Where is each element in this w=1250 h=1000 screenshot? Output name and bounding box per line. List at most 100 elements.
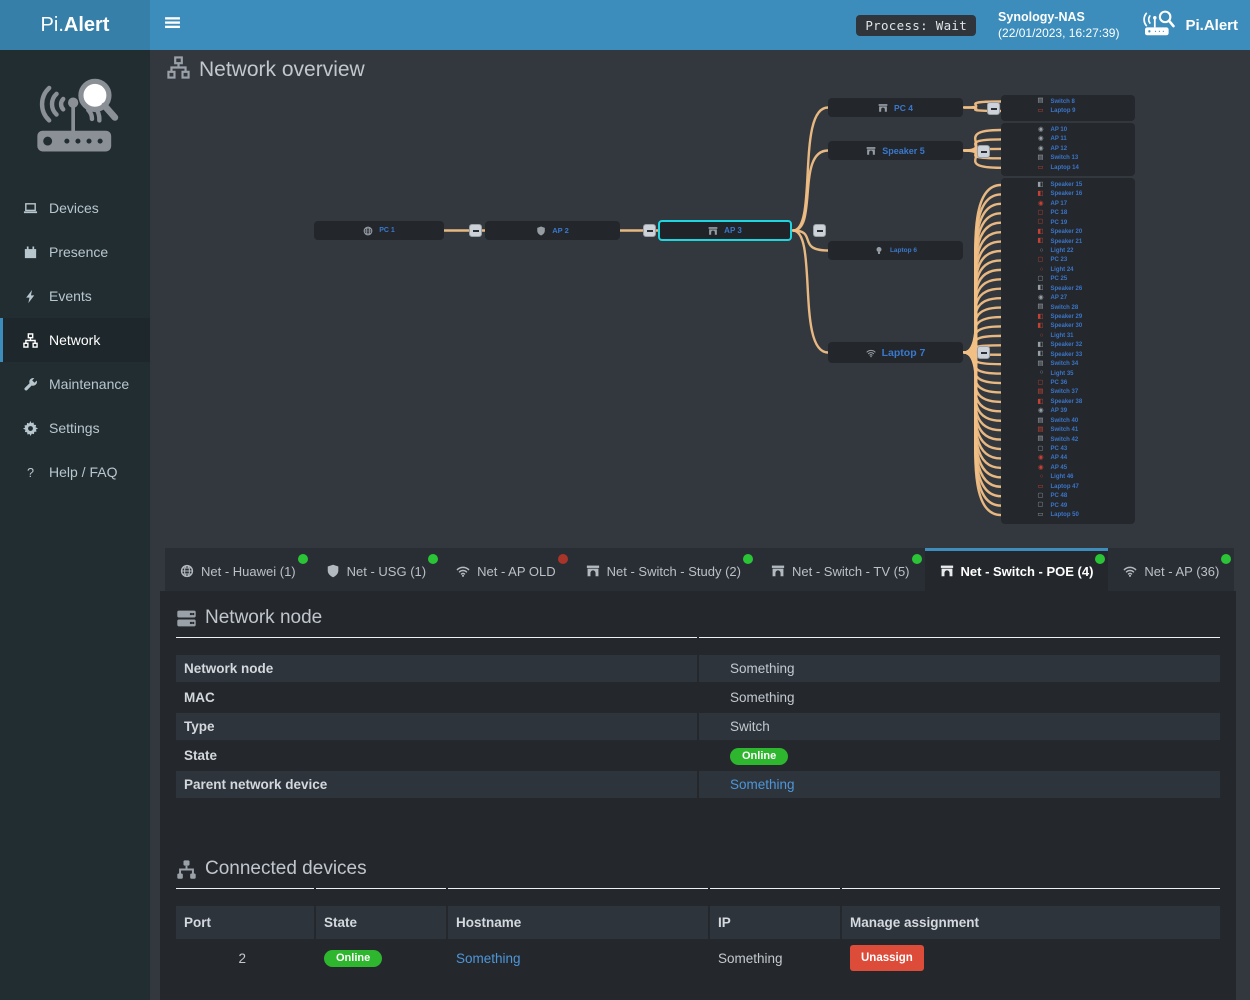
device-list-item-switch-37[interactable]: ▤Switch 37 [1001,388,1135,397]
node-label: PC 4 [894,103,913,113]
device-label: Light 31 [1051,333,1105,339]
switch-device-icon: ▤ [1032,436,1044,443]
device-list-item-ap-27[interactable]: ◉AP 27 [1001,294,1135,303]
device-list-item-pc-49[interactable]: ▢PC 49 [1001,501,1135,510]
diagram-node-laptop-7[interactable]: Laptop 7 [828,342,963,363]
sidebar-item-network[interactable]: Network [0,318,150,362]
pc-device-icon: ▢ [1032,493,1044,500]
device-list-item-ap-11[interactable]: ◉AP 11 [1001,135,1135,144]
node-label: AP 3 [724,226,742,235]
device-list-item-speaker-21[interactable]: ◧Speaker 21 [1001,237,1135,246]
device-list-item-speaker-30[interactable]: ◧Speaker 30 [1001,322,1135,331]
device-list-item-light-31[interactable]: ○Light 31 [1001,331,1135,340]
sidebar-item-maintenance[interactable]: Maintenance [0,362,150,406]
tab-net-switch-tv-5[interactable]: Net - Switch - TV (5) [756,548,925,591]
device-label: PC 18 [1051,210,1105,216]
tab-net-switch-poe-4[interactable]: Net - Switch - POE (4) [925,548,1109,591]
section-title: Connected devices [205,858,367,880]
column-header-state: State [316,906,446,939]
diagram-node-speaker-5[interactable]: Speaker 5 [828,141,963,160]
device-list-item-switch-40[interactable]: ▤Switch 40 [1001,416,1135,425]
sidebar-item-settings[interactable]: Settings [0,406,150,450]
tab-net-ap-36[interactable]: Net - AP (36) [1108,548,1234,591]
process-status-badge: Process: Wait [856,15,976,36]
hostname-link[interactable]: Something [456,951,521,966]
device-list-item-pc-48[interactable]: ▢PC 48 [1001,492,1135,501]
sidebar-item-devices[interactable]: Devices [0,186,150,230]
collapse-button[interactable] [987,102,1000,115]
device-list-item-switch-13[interactable]: ▤Switch 13 [1001,154,1135,163]
diagram-node-ap-2[interactable]: AP 2 [485,221,620,240]
device-list-item-ap-17[interactable]: ◉AP 17 [1001,199,1135,208]
device-list-item-pc-18[interactable]: ▢PC 18 [1001,209,1135,218]
tab-label: Net - AP OLD [477,564,556,579]
device-list-item-switch-8[interactable]: ▤Switch 8 [1001,97,1135,106]
row-label: State [176,742,697,769]
column-header-manage-assignment: Manage assignment [842,906,1220,939]
device-list-item-ap-12[interactable]: ◉AP 12 [1001,144,1135,153]
device-list-item-light-46[interactable]: ○Light 46 [1001,473,1135,482]
tab-net-switch-study-2[interactable]: Net - Switch - Study (2) [571,548,756,591]
device-list-item-pc-36[interactable]: ▢PC 36 [1001,379,1135,388]
device-list-item-switch-42[interactable]: ▤Switch 42 [1001,435,1135,444]
collapse-button[interactable] [813,224,826,237]
archway-icon [586,564,600,578]
device-list-item-speaker-33[interactable]: ◧Speaker 33 [1001,350,1135,359]
device-label: Speaker 33 [1051,352,1105,358]
device-list-item-speaker-15[interactable]: ◧Speaker 15 [1001,181,1135,190]
device-label: Switch 28 [1051,305,1105,311]
device-list-item-ap-39[interactable]: ◉AP 39 [1001,407,1135,416]
parent-device-link[interactable]: Something [730,777,795,792]
device-list-item-ap-10[interactable]: ◉AP 10 [1001,126,1135,135]
device-list-item-laptop-47[interactable]: ▭Laptop 47 [1001,482,1135,491]
ip-cell: Something [710,941,840,975]
device-list-item-speaker-38[interactable]: ◧Speaker 38 [1001,397,1135,406]
device-list-item-ap-44[interactable]: ◉AP 44 [1001,454,1135,463]
device-list-item-speaker-32[interactable]: ◧Speaker 32 [1001,341,1135,350]
device-list-item-speaker-16[interactable]: ◧Speaker 16 [1001,190,1135,199]
device-list-item-speaker-26[interactable]: ◧Speaker 26 [1001,284,1135,293]
device-list-item-speaker-20[interactable]: ◧Speaker 20 [1001,228,1135,237]
device-list-item-pc-25[interactable]: ▢PC 25 [1001,275,1135,284]
sidebar-toggle-button[interactable] [150,0,194,50]
device-list-item-speaker-29[interactable]: ◧Speaker 29 [1001,313,1135,322]
unassign-button[interactable]: Unassign [850,945,924,971]
device-list-item-pc-23[interactable]: ▢PC 23 [1001,256,1135,265]
device-list-item-laptop-14[interactable]: ▭Laptop 14 [1001,163,1135,172]
device-list-item-laptop-50[interactable]: ▭Laptop 50 [1001,511,1135,520]
diagram-node-pc-4[interactable]: PC 4 [828,98,963,117]
device-list-item-pc-19[interactable]: ▢PC 19 [1001,218,1135,227]
device-list-item-switch-28[interactable]: ▤Switch 28 [1001,303,1135,312]
diagram-node-pc-1[interactable]: PC 1 [314,221,444,240]
device-list-item-switch-41[interactable]: ▤Switch 41 [1001,426,1135,435]
tab-label: Net - Switch - TV (5) [792,564,910,579]
device-list-item-switch-34[interactable]: ▤Switch 34 [1001,360,1135,369]
app-logo[interactable]: Pi.Alert [0,0,150,50]
device-list-item-light-22[interactable]: ○Light 22 [1001,247,1135,256]
device-list-item-ap-45[interactable]: ◉AP 45 [1001,463,1135,472]
pc-device-icon: ▢ [1032,276,1044,283]
collapse-button[interactable] [469,224,482,237]
section-title: Network node [205,607,322,629]
tab-net-usg-1[interactable]: Net - USG (1) [311,548,441,591]
tab-net-ap-old[interactable]: Net - AP OLD [441,548,571,591]
tab-net-huawei-1[interactable]: Net - Huawei (1) [165,548,311,591]
collapse-button[interactable] [977,346,990,359]
collapse-button[interactable] [977,145,990,158]
device-list-item-pc-43[interactable]: ▢PC 43 [1001,445,1135,454]
device-list-item-light-24[interactable]: ○Light 24 [1001,265,1135,274]
collapse-button[interactable] [643,224,656,237]
sidebar: DevicesPresenceEventsNetworkMaintenanceS… [0,50,150,1000]
diagram-node-ap-3[interactable]: AP 3 [658,220,792,241]
navbar-brand[interactable]: Pi.Alert [1141,9,1238,42]
diagram-node-laptop-6[interactable]: Laptop 6 [828,241,963,260]
sidebar-item-events[interactable]: Events [0,274,150,318]
archway-icon [771,564,785,578]
device-label: AP 17 [1051,201,1105,207]
sidebar-item-presence[interactable]: Presence [0,230,150,274]
device-list-item-light-35[interactable]: ○Light 35 [1001,369,1135,378]
sidebar-item-help-faq[interactable]: ?Help / FAQ [0,450,150,494]
device-list-item-laptop-9[interactable]: ▭Laptop 9 [1001,107,1135,116]
device-label: Speaker 38 [1051,399,1105,405]
tab-label: Net - USG (1) [347,564,426,579]
